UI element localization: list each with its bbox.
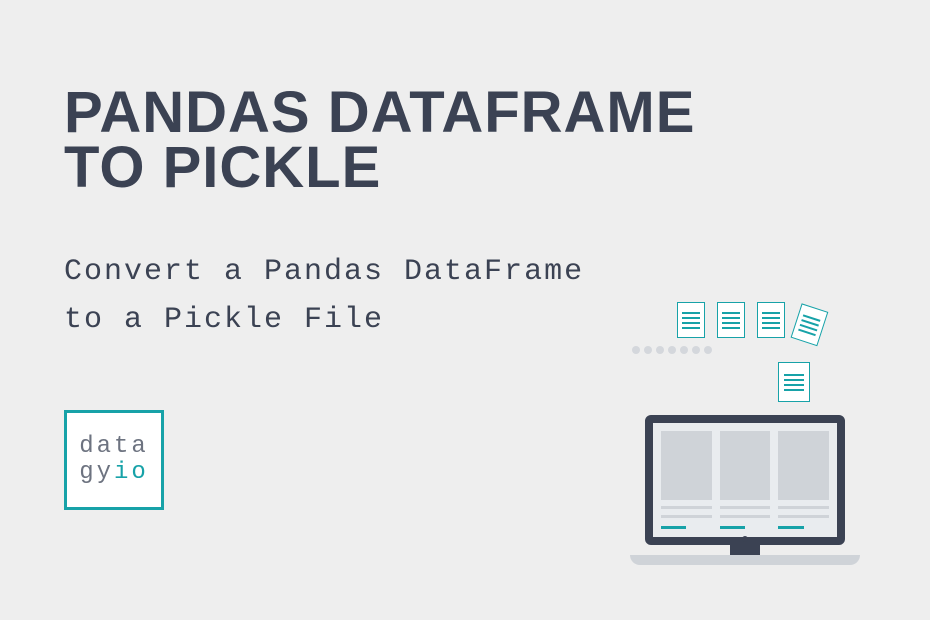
document-icon bbox=[778, 362, 810, 402]
title-line-2: TO PICKLE bbox=[64, 135, 381, 200]
logo-text-line2: gyio bbox=[79, 460, 149, 486]
page-subtitle: Convert a Pandas DataFrame to a Pickle F… bbox=[64, 248, 584, 344]
subtitle-line-1: Convert a Pandas DataFrame bbox=[64, 255, 584, 289]
subtitle-line-2: to a Pickle File bbox=[64, 303, 384, 337]
computer-illustration-icon bbox=[620, 415, 870, 565]
logo-io: io bbox=[114, 459, 149, 486]
document-icon bbox=[757, 302, 785, 338]
document-icon bbox=[717, 302, 745, 338]
logo-text-line1: data bbox=[79, 434, 149, 460]
floating-documents-icon bbox=[677, 302, 825, 338]
decorative-dots-icon bbox=[632, 346, 712, 354]
datagy-logo: data gyio bbox=[64, 410, 164, 510]
document-icon bbox=[677, 302, 705, 338]
monitor-screen-icon bbox=[645, 415, 845, 545]
monitor-base-icon bbox=[630, 555, 860, 565]
document-icon bbox=[791, 303, 829, 346]
logo-gy: gy bbox=[79, 459, 114, 486]
page-title: PANDAS DATAFRAME TO PICKLE bbox=[64, 85, 695, 195]
